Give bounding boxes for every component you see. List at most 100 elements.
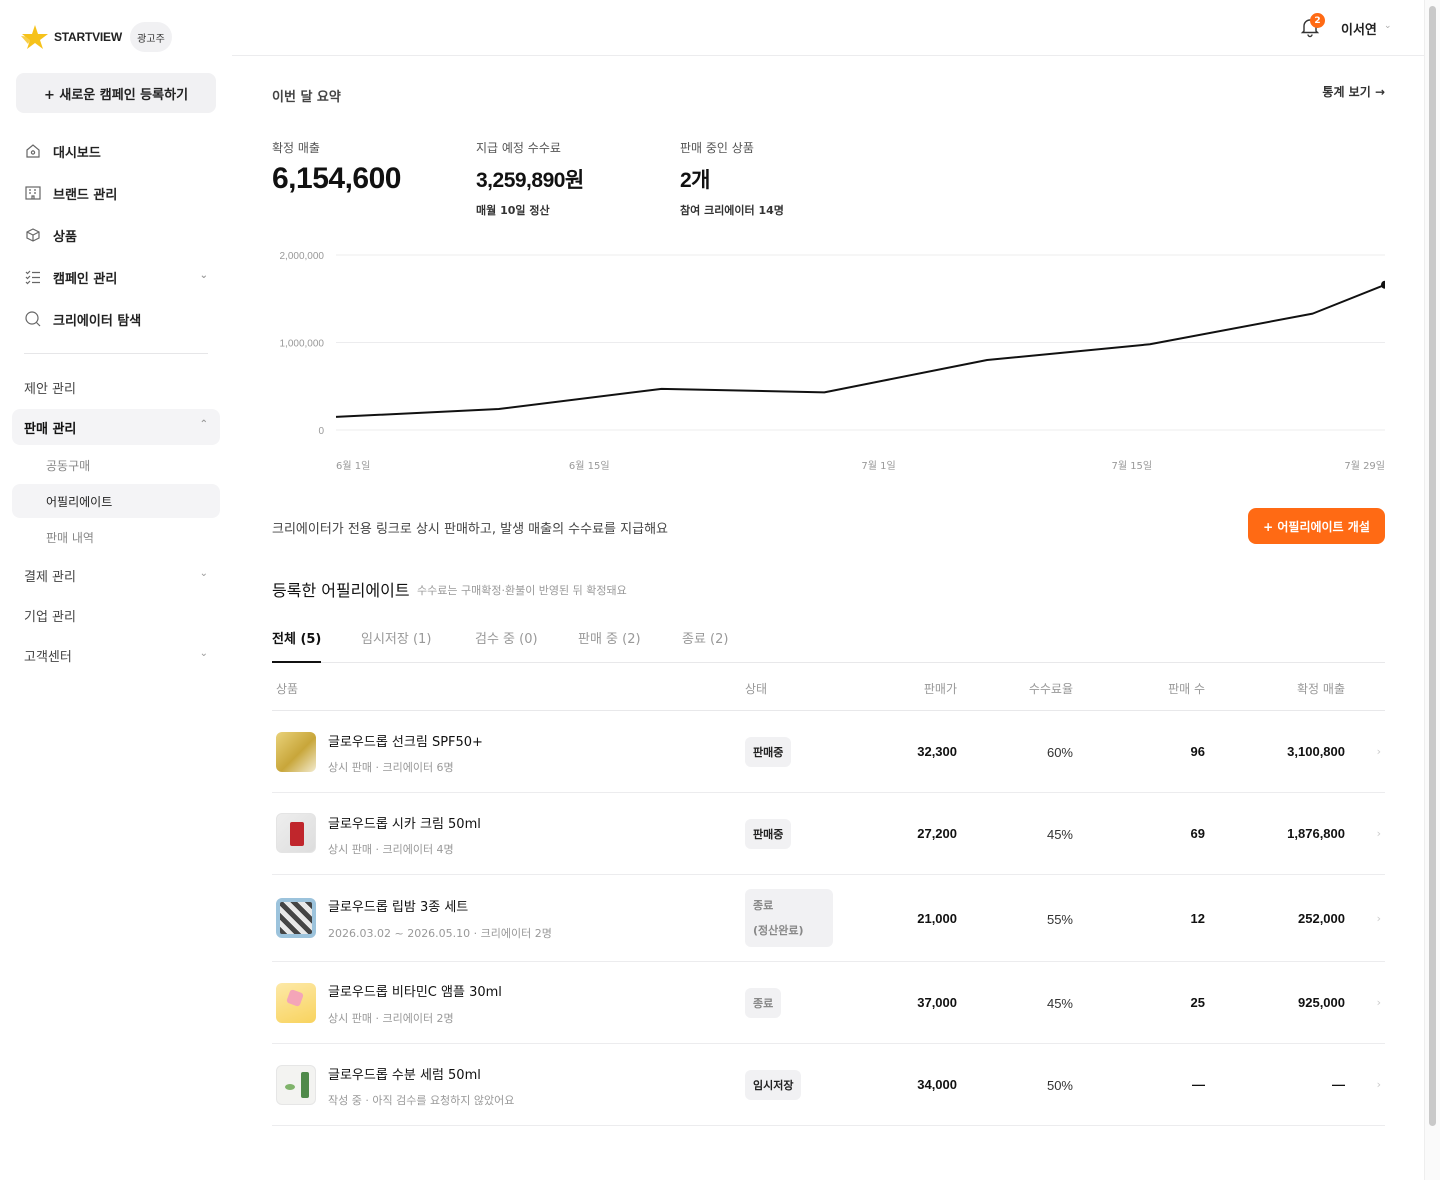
revenue-cell: 3,100,800 — [1287, 744, 1345, 759]
series-line — [335, 283, 1385, 418]
sidebar-item-payments[interactable]: 결제 관리 ⌄ — [12, 557, 220, 593]
kpi-value: 2개 — [680, 169, 710, 192]
status-badge: 임시저장 — [745, 1070, 802, 1100]
series-end-point — [1381, 280, 1385, 289]
sidebar-item-label: 결제 관리 — [24, 569, 76, 585]
status-subtext: (정산완료) — [753, 924, 804, 937]
product-name: 글로우드롭 립밤 3종 세트 — [328, 900, 469, 915]
user-name[interactable]: 이서연 — [1341, 19, 1377, 38]
sidebar-item-label: 판매 관리 — [24, 421, 77, 437]
product-name: 글로우드롭 선크림 SPF50+ — [328, 735, 483, 750]
table-row[interactable]: 글로우드롭 비타민C 앰플 30ml 상시 판매 · 크리에이터 2명 종료 3… — [272, 962, 1385, 1044]
revenue-cell: 252,000 — [1298, 911, 1345, 926]
box-icon — [24, 226, 42, 244]
tab-draft[interactable]: 임시저장 (1) — [361, 628, 431, 663]
status-badge: 종료 — [745, 988, 782, 1018]
rate-cell: 45% — [1046, 827, 1073, 842]
count-cell: 69 — [1190, 826, 1205, 841]
y-tick-label: 1,000,000 — [280, 339, 325, 350]
column-header-price: 판매가 — [923, 682, 957, 696]
product-thumbnail — [276, 1065, 316, 1105]
status-badge: 종료 (정산완료) — [745, 889, 833, 947]
kpi-confirmed-revenue: 확정 매출 6,154,600 — [272, 139, 401, 196]
status-badge: 판매중 — [745, 819, 792, 849]
summary-title: 이번 달 요약 — [272, 90, 341, 105]
kpi-sub: 참여 크리에이터 14명 — [680, 204, 784, 217]
sidebar-subitem-group-buy[interactable]: 공동구매 — [12, 448, 220, 482]
product-meta: 상시 판매 · 크리에이터 2명 — [328, 1012, 454, 1025]
sidebar-item-brand[interactable]: 브랜드 관리 — [12, 175, 220, 211]
product-name: 글로우드롭 시카 크림 50ml — [328, 817, 481, 832]
table-row[interactable]: 글로우드롭 립밤 3종 세트 2026.03.02 ~ 2026.05.10 ·… — [272, 875, 1385, 962]
column-header-rate: 수수료율 — [1028, 682, 1073, 696]
product-meta: 상시 판매 · 크리에이터 6명 — [328, 761, 454, 774]
price-cell: 37,000 — [917, 995, 957, 1010]
checklist-icon — [24, 268, 42, 286]
revenue-cell: — — [1332, 1077, 1345, 1092]
logo[interactable]: STARTVIEW 광고주 — [20, 22, 172, 52]
product-meta: 작성 중 · 아직 검수를 요청하지 않았어요 — [328, 1094, 515, 1107]
count-cell: — — [1192, 1077, 1205, 1092]
chevron-down-icon: ⌄ — [199, 648, 208, 659]
rate-cell: 60% — [1046, 745, 1073, 760]
chevron-down-icon: ⌄ — [199, 568, 208, 579]
status-badge: 판매중 — [745, 737, 792, 767]
y-tick-label: 0 — [318, 426, 324, 437]
chevron-right-icon: › — [1376, 996, 1381, 1009]
column-header-status: 상태 — [745, 682, 768, 696]
column-header-product: 상품 — [276, 682, 299, 696]
price-cell: 27,200 — [917, 826, 957, 841]
chevron-right-icon: › — [1376, 1078, 1381, 1091]
notification-count-badge: 2 — [1310, 13, 1325, 28]
new-campaign-button[interactable]: + 새로운 캠페인 등록하기 — [16, 73, 216, 113]
table-row[interactable]: 글로우드롭 선크림 SPF50+ 상시 판매 · 크리에이터 6명 판매중 32… — [272, 711, 1385, 793]
kpi-pending-commission: 지급 예정 수수료 3,259,890원 매월 10일 정산 — [476, 139, 584, 218]
chevron-up-icon: ⌃ — [199, 419, 208, 430]
sidebar-item-creator-search[interactable]: 크리에이터 탐색 — [12, 301, 220, 337]
sidebar-item-label: 제안 관리 — [24, 381, 76, 397]
rate-cell: 50% — [1046, 1078, 1073, 1093]
product-thumbnail — [276, 898, 316, 938]
tab-reviewing[interactable]: 검수 중 (0) — [475, 628, 538, 663]
sidebar-item-products[interactable]: 상품 — [12, 217, 220, 253]
sidebar-subitem-label: 어필리에이트 — [46, 494, 113, 509]
product-meta: 상시 판매 · 크리에이터 4명 — [328, 843, 454, 856]
chevron-down-icon: ⌄ — [199, 270, 208, 281]
sidebar-item-proposals[interactable]: 제안 관리 — [12, 369, 220, 405]
rate-cell: 55% — [1046, 912, 1073, 927]
kpi-products-on-sale: 판매 중인 상품 2개 참여 크리에이터 14명 — [680, 139, 784, 218]
revenue-cell: 1,876,800 — [1287, 826, 1345, 841]
sidebar-item-company[interactable]: 기업 관리 — [12, 597, 220, 633]
sidebar-item-dashboard[interactable]: 대시보드 — [12, 133, 220, 169]
product-name: 글로우드롭 수분 세럼 50ml — [328, 1068, 481, 1083]
sidebar-subitem-affiliate[interactable]: 어필리에이트 — [12, 484, 220, 518]
product-meta: 2026.03.02 ~ 2026.05.10 · 크리에이터 2명 — [328, 927, 552, 940]
sidebar-item-support[interactable]: 고객센터 ⌄ — [12, 637, 220, 673]
tab-ended[interactable]: 종료 (2) — [682, 628, 728, 663]
sidebar-item-label: 캠페인 관리 — [53, 271, 118, 287]
sidebar-subitem-sales-history[interactable]: 판매 내역 — [12, 520, 220, 554]
open-affiliate-button[interactable]: + 어필리에이트 개설 — [1248, 508, 1385, 544]
search-icon — [24, 310, 42, 328]
chevron-right-icon: › — [1376, 912, 1381, 925]
tab-all[interactable]: 전체 (5) — [272, 628, 322, 663]
x-tick-label: 6월 1일 — [336, 460, 370, 472]
sidebar-item-campaigns[interactable]: 캠페인 관리 ⌄ — [12, 259, 220, 295]
stats-link[interactable]: 통계 보기 → — [1322, 83, 1385, 100]
revenue-line-chart: 2,000,000 1,000,000 0 6월 1일 6월 15일 7월 1일 7월 15… — [280, 251, 1385, 472]
x-tick-label: 6월 15일 — [569, 460, 610, 472]
kpi-label: 확정 매출 — [272, 141, 320, 155]
chevron-right-icon: › — [1376, 745, 1381, 758]
count-cell: 25 — [1190, 995, 1205, 1010]
sidebar-divider — [24, 353, 208, 354]
tab-on-sale[interactable]: 판매 중 (2) — [578, 628, 641, 663]
scrollbar-thumb[interactable] — [1429, 6, 1436, 1126]
sidebar-item-sales[interactable]: 판매 관리 ⌃ — [12, 409, 220, 445]
affiliate-description: 크리에이터가 전용 링크로 상시 판매하고, 발생 매출의 수수료를 지급해요 — [272, 522, 668, 537]
x-tick-label: 7월 15일 — [1111, 460, 1152, 472]
table-row[interactable]: 글로우드롭 수분 세럼 50ml 작성 중 · 아직 검수를 요청하지 않았어요… — [272, 1044, 1385, 1126]
rate-cell: 45% — [1046, 996, 1073, 1011]
chevron-down-icon[interactable]: ⌄ — [1384, 21, 1392, 31]
role-badge: 광고주 — [129, 22, 172, 52]
table-row[interactable]: 글로우드롭 시카 크림 50ml 상시 판매 · 크리에이터 4명 판매중 27… — [272, 793, 1385, 875]
